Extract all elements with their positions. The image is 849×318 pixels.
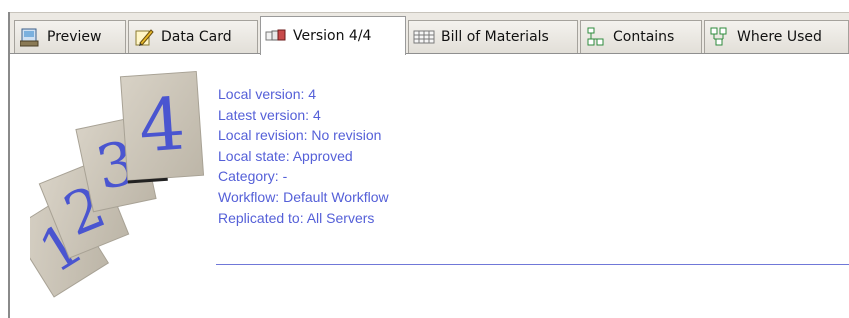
- version-cards-illustration: 1 2 3 4: [30, 70, 205, 298]
- tab-bar: Preview Data Card Version 4/4 Bill of Ma…: [10, 12, 849, 55]
- latest-version: Latest version: 4: [218, 106, 321, 123]
- tab-label: Bill of Materials: [441, 29, 549, 45]
- tab-label: Data Card: [161, 29, 232, 45]
- svg-text:4: 4: [136, 82, 188, 169]
- where-used-icon: [709, 26, 731, 48]
- tab-preview[interactable]: Preview: [14, 20, 126, 53]
- tab-where-used[interactable]: Where Used: [704, 20, 849, 53]
- version-icon: [265, 25, 287, 47]
- tab-label: Preview: [47, 29, 102, 45]
- version-info: Local version: 4 Latest version: 4 Local…: [218, 84, 389, 228]
- tab-contains[interactable]: Contains: [580, 20, 702, 53]
- workflow: Workflow: Default Workflow: [218, 188, 389, 205]
- tab-bill-of-materials[interactable]: Bill of Materials: [408, 20, 578, 53]
- replicated-to: Replicated to: All Servers: [218, 209, 375, 226]
- version-card-4: 4: [119, 70, 205, 184]
- table-icon: [413, 26, 435, 48]
- divider: [216, 264, 849, 265]
- tab-label: Version 4/4: [293, 28, 372, 44]
- tab-version[interactable]: Version 4/4: [260, 16, 406, 55]
- local-revision: Local revision: No revision: [218, 127, 382, 144]
- category: Category: -: [218, 168, 288, 185]
- preview-icon: [19, 26, 41, 48]
- tab-label: Where Used: [737, 29, 822, 45]
- tab-data-card[interactable]: Data Card: [128, 20, 258, 53]
- local-state: Local state: Approved: [218, 147, 353, 164]
- pencil-icon: [133, 26, 155, 48]
- tree-icon: [585, 26, 607, 48]
- tab-label: Contains: [613, 29, 675, 45]
- version-panel: 1 2 3 4 Local version: 4 Latest version:…: [10, 54, 849, 318]
- local-version: Local version: 4: [218, 86, 317, 102]
